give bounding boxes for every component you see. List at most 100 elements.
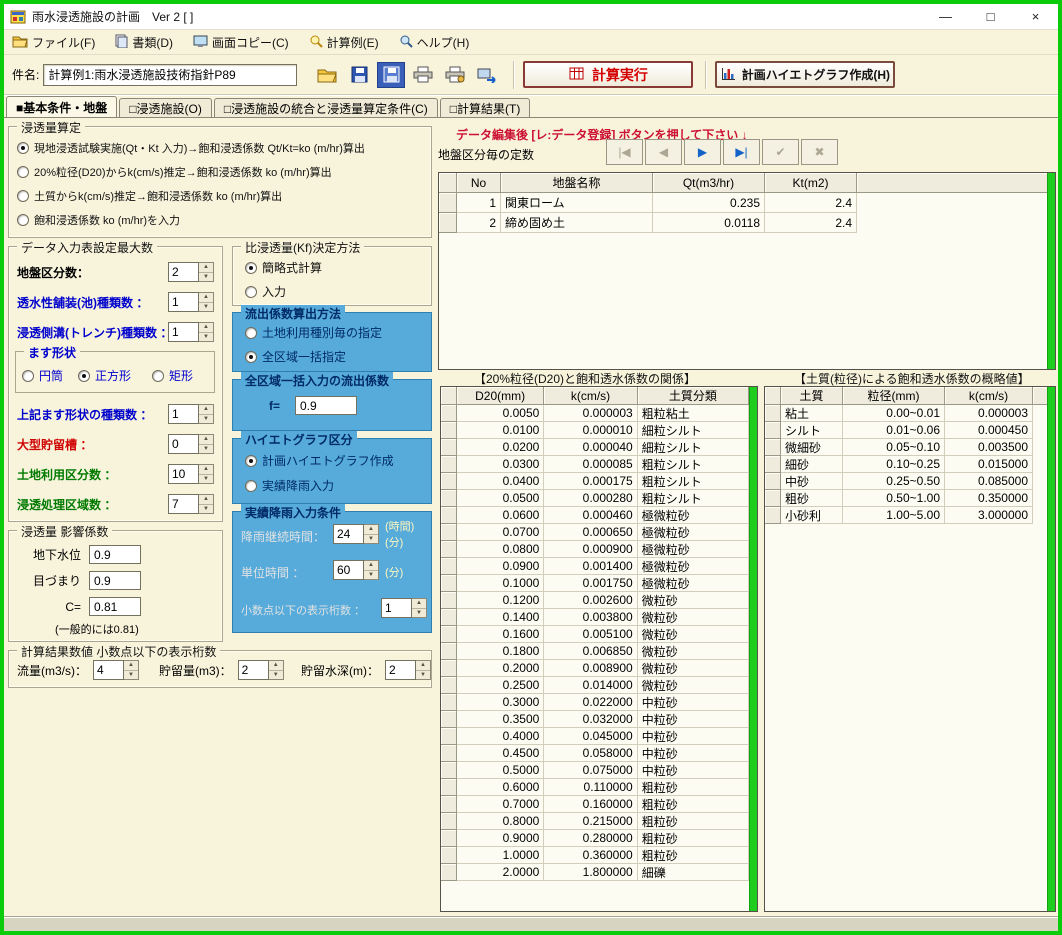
d20-table-row[interactable]: 0.1600 0.005100 微粒砂 [441, 626, 757, 643]
spinner-buttons[interactable] [199, 494, 214, 514]
cell-kt[interactable]: 2.4 [765, 193, 857, 213]
pavement-count-input[interactable] [168, 292, 199, 312]
menu-file[interactable]: ファイル(F) [12, 34, 95, 51]
cell-d20[interactable]: 2.0000 [457, 864, 544, 881]
cell-soil[interactable]: 細砂 [781, 456, 843, 473]
ground-table-row[interactable]: 2 締め固め土 0.0118 2.4 [439, 213, 1055, 233]
d20-table-row[interactable]: 0.1000 0.001750 極微粒砂 [441, 575, 757, 592]
spin-up-icon[interactable] [199, 495, 213, 505]
tank-count-input[interactable] [168, 434, 199, 454]
column-header-range[interactable]: 粒径(mm) [843, 387, 945, 405]
flow-digits-input[interactable] [93, 660, 124, 680]
cell-range[interactable]: 1.00~5.00 [843, 507, 945, 524]
cell-class[interactable]: 微粒砂 [638, 643, 749, 660]
cell-class[interactable]: 細粒シルト [638, 422, 749, 439]
cell-k[interactable]: 0.360000 [544, 847, 637, 864]
spin-up-icon[interactable] [364, 561, 378, 571]
cell-d20[interactable]: 0.1800 [457, 643, 544, 660]
nav-next-button[interactable]: ▶ [684, 139, 721, 165]
cell-d20[interactable]: 0.1600 [457, 626, 544, 643]
cell-soil[interactable]: 粗砂 [781, 490, 843, 507]
unit-time-spinner[interactable] [333, 560, 379, 580]
cell-name[interactable]: 締め固め土 [501, 213, 653, 233]
cell-d20[interactable]: 0.0500 [457, 490, 544, 507]
cell-k[interactable]: 0.075000 [544, 762, 637, 779]
print-setup-button[interactable] [441, 62, 469, 88]
cell-d20[interactable]: 0.9000 [457, 830, 544, 847]
spinner-buttons[interactable] [199, 434, 214, 454]
cell-k[interactable]: 0.000280 [544, 490, 637, 507]
cell-k[interactable]: 0.003800 [544, 609, 637, 626]
spin-up-icon[interactable] [416, 661, 430, 671]
cell-soil[interactable]: 微細砂 [781, 439, 843, 456]
menu-screencopy[interactable]: 画面コピー(C) [193, 34, 289, 51]
cell-d20[interactable]: 0.0100 [457, 422, 544, 439]
tab-facilities[interactable]: □浸透施設(O) [119, 98, 212, 117]
d20-table-row[interactable]: 0.7000 0.160000 粗粒砂 [441, 796, 757, 813]
soil-table-row[interactable]: 細砂 0.10~0.25 0.015000 [765, 456, 1055, 473]
spin-up-icon[interactable] [124, 661, 138, 671]
d20-table-row[interactable]: 0.2500 0.014000 微粒砂 [441, 677, 757, 694]
cell-range[interactable]: 0.25~0.50 [843, 473, 945, 490]
cell-class[interactable]: 中粒砂 [638, 694, 749, 711]
cell-k[interactable]: 0.002600 [544, 592, 637, 609]
menu-documents[interactable]: 書類(D) [115, 34, 173, 51]
spin-down-icon[interactable] [364, 571, 378, 580]
tab-results[interactable]: □計算結果(T) [440, 98, 531, 117]
masu-count-spinner[interactable] [168, 404, 214, 424]
menu-examples[interactable]: 計算例(E) [309, 34, 379, 51]
d20-table-row[interactable]: 0.3000 0.022000 中粒砂 [441, 694, 757, 711]
column-header-no[interactable]: No [457, 173, 501, 193]
spin-down-icon[interactable] [124, 671, 138, 680]
cell-k[interactable]: 0.058000 [544, 745, 637, 762]
cell-class[interactable]: 微粒砂 [638, 677, 749, 694]
radio-kf-input[interactable]: 入力 [245, 283, 286, 300]
pavement-count-spinner[interactable] [168, 292, 214, 312]
soil-table-row[interactable]: 粗砂 0.50~1.00 0.350000 [765, 490, 1055, 507]
column-header-k[interactable]: k(cm/s) [544, 387, 637, 405]
d20-table-row[interactable]: 0.5000 0.075000 中粒砂 [441, 762, 757, 779]
spin-down-icon[interactable] [199, 303, 213, 312]
d20-table-row[interactable]: 0.1800 0.006850 微粒砂 [441, 643, 757, 660]
cell-d20[interactable]: 0.0800 [457, 541, 544, 558]
nav-first-button[interactable]: |◀ [606, 139, 643, 165]
spinner-buttons[interactable] [199, 404, 214, 424]
landuse-count-input[interactable] [168, 464, 199, 484]
d20-table-row[interactable]: 0.0200 0.000040 細粒シルト [441, 439, 757, 456]
d20-table-row[interactable]: 0.2000 0.008900 微粒砂 [441, 660, 757, 677]
d20-table-row[interactable]: 0.6000 0.110000 粗粒砂 [441, 779, 757, 796]
cell-d20[interactable]: 0.8000 [457, 813, 544, 830]
cell-class[interactable]: 粗粒シルト [638, 473, 749, 490]
unit-time-input[interactable] [333, 560, 364, 580]
cell-class[interactable]: 微粒砂 [638, 660, 749, 677]
spinner-buttons[interactable] [269, 660, 284, 680]
spin-down-icon[interactable] [199, 445, 213, 454]
cell-k[interactable]: 0.085000 [945, 473, 1033, 490]
radio-masu-cylinder[interactable]: 円筒 [22, 367, 63, 384]
cell-name[interactable]: 関東ローム [501, 193, 653, 213]
spin-up-icon[interactable] [199, 323, 213, 333]
minimize-button[interactable]: — [923, 4, 968, 29]
radio-runoff-uniform[interactable]: 全区域一括指定 [245, 348, 346, 365]
exit-button[interactable] [473, 62, 501, 88]
column-header-qt[interactable]: Qt(m3/hr) [653, 173, 765, 193]
cell-class[interactable]: 粗粒シルト [638, 490, 749, 507]
cell-soil[interactable]: シルト [781, 422, 843, 439]
spin-down-icon[interactable] [416, 671, 430, 680]
depth-digits-spinner[interactable] [385, 660, 431, 680]
cell-k[interactable]: 0.000460 [544, 507, 637, 524]
d20-table-row[interactable]: 0.0700 0.000650 極微粒砂 [441, 524, 757, 541]
d20-table-scrollbar[interactable] [749, 387, 757, 911]
cell-d20[interactable]: 0.2500 [457, 677, 544, 694]
radio-masu-square[interactable]: 正方形 [78, 367, 131, 384]
cell-k[interactable]: 0.000650 [544, 524, 637, 541]
spin-down-icon[interactable] [199, 273, 213, 282]
area-count-spinner[interactable] [168, 494, 214, 514]
radio-runoff-by-landuse[interactable]: 土地利用種別毎の指定 [245, 324, 382, 341]
calc-run-button[interactable]: 計算実行 [523, 61, 693, 88]
cell-k[interactable]: 0.000040 [544, 439, 637, 456]
column-header-soil[interactable]: 土質 [781, 387, 843, 405]
d20-table-row[interactable]: 0.0300 0.000085 粗粒シルト [441, 456, 757, 473]
duration-input[interactable] [333, 524, 364, 544]
save-as-button[interactable] [377, 62, 405, 88]
